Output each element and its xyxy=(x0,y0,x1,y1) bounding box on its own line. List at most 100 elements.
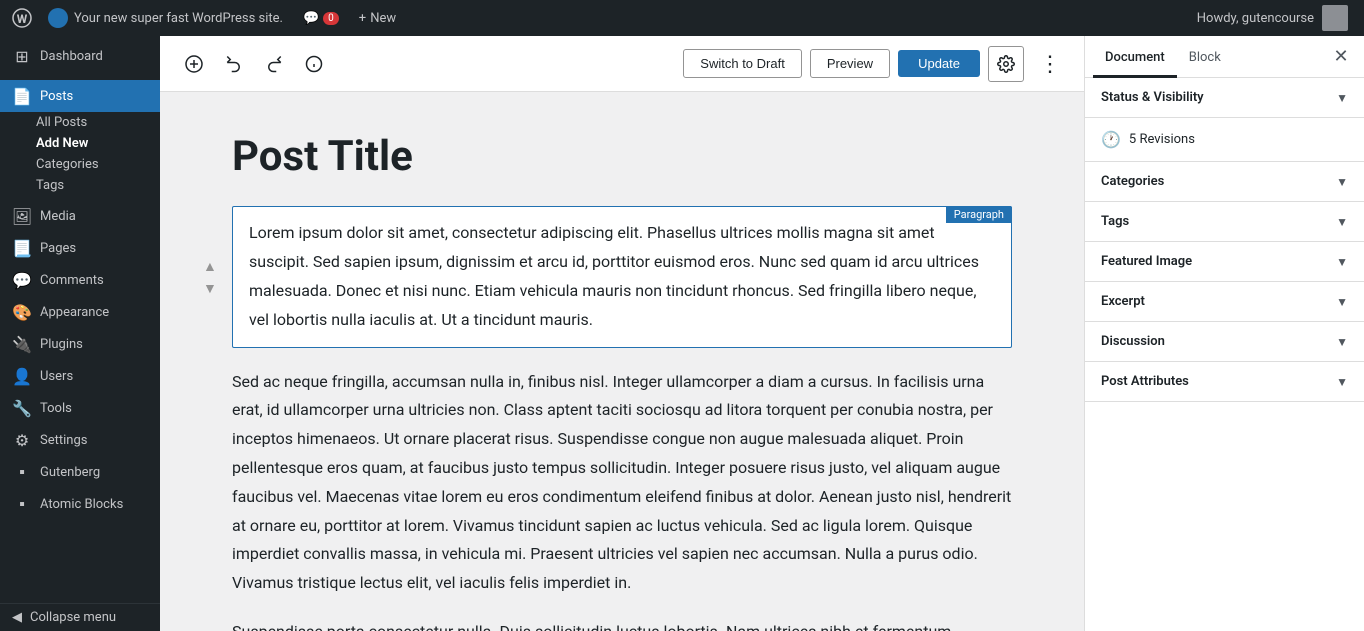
sidebar-sub-add-new[interactable]: Add New xyxy=(0,133,160,154)
revisions-label: 5 Revisions xyxy=(1129,132,1195,147)
collapse-label: Collapse menu xyxy=(30,610,116,625)
section-discussion-header[interactable]: Discussion ▼ xyxy=(1085,322,1364,361)
site-icon xyxy=(48,8,68,28)
appearance-icon: 🎨 xyxy=(12,302,32,322)
section-status-label: Status & Visibility xyxy=(1101,90,1204,105)
sidebar-sub-all-posts[interactable]: All Posts xyxy=(0,112,160,133)
panel-tabs: Document Block ✕ xyxy=(1085,36,1364,78)
sidebar-media-label: Media xyxy=(40,209,76,224)
sidebar-tools-label: Tools xyxy=(40,401,72,416)
paragraph-block-3[interactable]: Suspendisse porta consectetur nulla. Dui… xyxy=(232,618,1012,631)
more-options-button[interactable]: ⋮ xyxy=(1032,46,1068,82)
sidebar-item-plugins[interactable]: 🔌 Plugins xyxy=(0,328,160,360)
paragraph-block-2[interactable]: Sed ac neque fringilla, accumsan nulla i… xyxy=(232,368,1012,598)
sidebar-item-media[interactable]: 🖼 Media xyxy=(0,200,160,232)
redo-button[interactable] xyxy=(256,46,292,82)
editor-toolbar: Switch to Draft Preview Update ⋮ xyxy=(160,36,1084,92)
revisions-row[interactable]: 🕐 5 Revisions xyxy=(1085,118,1364,161)
section-post-attributes: Post Attributes ▼ xyxy=(1085,362,1364,402)
admin-bar-site[interactable]: Your new super fast WordPress site. xyxy=(40,8,291,28)
sidebar-item-settings[interactable]: ⚙ Settings xyxy=(0,424,160,456)
switch-to-draft-button[interactable]: Switch to Draft xyxy=(683,49,802,78)
section-tags-header[interactable]: Tags ▼ xyxy=(1085,202,1364,241)
plugins-icon: 🔌 xyxy=(12,334,32,354)
svg-text:W: W xyxy=(17,12,28,26)
sidebar-atomic-label: Atomic Blocks xyxy=(40,497,123,512)
section-status-visibility: Status & Visibility ▼ xyxy=(1085,78,1364,118)
sidebar-item-appearance[interactable]: 🎨 Appearance xyxy=(0,296,160,328)
paragraph-label: Paragraph xyxy=(946,206,1012,223)
comments-icon: 💬 xyxy=(12,270,32,290)
sidebar-item-dashboard[interactable]: ⊞ Dashboard xyxy=(0,40,160,72)
section-post-attributes-header[interactable]: Post Attributes ▼ xyxy=(1085,362,1364,401)
plus-icon: + xyxy=(359,11,366,26)
preview-button[interactable]: Preview xyxy=(810,49,890,78)
sidebar-item-users[interactable]: 👤 Users xyxy=(0,360,160,392)
sidebar-item-atomic-blocks[interactable]: ▪ Atomic Blocks xyxy=(0,488,160,520)
sidebar-item-posts[interactable]: 📄 Posts xyxy=(0,80,160,112)
toolbar-right: Switch to Draft Preview Update ⋮ xyxy=(683,46,1068,82)
section-featured-image: Featured Image ▼ xyxy=(1085,242,1364,282)
tab-document[interactable]: Document xyxy=(1093,36,1177,78)
panel-close-button[interactable]: ✕ xyxy=(1326,42,1356,72)
chevron-post-attributes-icon: ▼ xyxy=(1336,375,1348,389)
sidebar-comments-label: Comments xyxy=(40,273,104,288)
sidebar-collapse[interactable]: ◀ Collapse menu xyxy=(0,603,160,631)
gutenberg-icon: ▪ xyxy=(12,462,32,482)
collapse-icon: ◀ xyxy=(12,610,22,625)
chevron-status-icon: ▼ xyxy=(1336,91,1348,105)
new-item[interactable]: + New xyxy=(351,11,404,26)
undo-button[interactable] xyxy=(216,46,252,82)
sidebar-dashboard-group: ⊞ Dashboard xyxy=(0,36,160,76)
sidebar-sub-categories[interactable]: Categories xyxy=(0,154,160,175)
section-tags: Tags ▼ xyxy=(1085,202,1364,242)
paragraph-text-3: Suspendisse porta consectetur nulla. Dui… xyxy=(232,618,1012,631)
move-down-button[interactable]: ▼ xyxy=(201,278,219,298)
sidebar-posts-label: Posts xyxy=(40,89,73,104)
section-discussion-label: Discussion xyxy=(1101,334,1165,349)
comment-count: 0 xyxy=(323,12,339,25)
sidebar-item-comments[interactable]: 💬 Comments xyxy=(0,264,160,296)
howdy-text: Howdy, gutencourse xyxy=(1197,11,1314,26)
admin-bar: W Your new super fast WordPress site. 💬 … xyxy=(0,0,1364,36)
sidebar: ⊞ Dashboard 📄 Posts All Posts Add New Ca… xyxy=(0,36,160,631)
sidebar-sub-tags[interactable]: Tags xyxy=(0,175,160,196)
sidebar-item-pages[interactable]: 📃 Pages xyxy=(0,232,160,264)
section-categories-header[interactable]: Categories ▼ xyxy=(1085,162,1364,201)
section-discussion: Discussion ▼ xyxy=(1085,322,1364,362)
sidebar-plugins-label: Plugins xyxy=(40,337,83,352)
info-button[interactable] xyxy=(296,46,332,82)
editor-inner: Post Title Paragraph ▲ ▼ Lorem ipsum dol… xyxy=(232,132,1012,591)
sidebar-item-gutenberg[interactable]: ▪ Gutenberg xyxy=(0,456,160,488)
section-status-header[interactable]: Status & Visibility ▼ xyxy=(1085,78,1364,117)
settings-toggle-button[interactable] xyxy=(988,46,1024,82)
sidebar-gutenberg-label: Gutenberg xyxy=(40,465,100,480)
section-excerpt: Excerpt ▼ xyxy=(1085,282,1364,322)
post-title[interactable]: Post Title xyxy=(232,132,1012,182)
sidebar-item-tools[interactable]: 🔧 Tools xyxy=(0,392,160,424)
comment-badge[interactable]: 💬 0 xyxy=(295,11,347,26)
update-button[interactable]: Update xyxy=(898,50,980,77)
comment-icon: 💬 xyxy=(303,11,319,26)
editor-content: Post Title Paragraph ▲ ▼ Lorem ipsum dol… xyxy=(160,92,1084,631)
tab-block[interactable]: Block xyxy=(1177,36,1233,78)
paragraph-text-2: Sed ac neque fringilla, accumsan nulla i… xyxy=(232,368,1012,598)
chevron-featured-image-icon: ▼ xyxy=(1336,255,1348,269)
sidebar-posts-group: 📄 Posts All Posts Add New Categories Tag… xyxy=(0,76,160,200)
sidebar-users-label: Users xyxy=(40,369,73,384)
section-featured-image-header[interactable]: Featured Image ▼ xyxy=(1085,242,1364,281)
selected-paragraph-block[interactable]: Paragraph ▲ ▼ Lorem ipsum dolor sit amet… xyxy=(232,206,1012,347)
site-name: Your new super fast WordPress site. xyxy=(74,11,283,26)
media-icon: 🖼 xyxy=(12,206,32,226)
section-excerpt-header[interactable]: Excerpt ▼ xyxy=(1085,282,1364,321)
panel-content: Status & Visibility ▼ 🕐 5 Revisions Cate… xyxy=(1085,78,1364,631)
wp-logo[interactable]: W xyxy=(8,4,36,32)
add-block-button[interactable] xyxy=(176,46,212,82)
admin-bar-howdy[interactable]: Howdy, gutencourse xyxy=(1189,5,1356,31)
posts-icon: 📄 xyxy=(12,86,32,106)
dashboard-icon: ⊞ xyxy=(12,46,32,66)
block-move-controls: ▲ ▼ xyxy=(201,256,219,298)
move-up-button[interactable]: ▲ xyxy=(201,256,219,276)
section-excerpt-label: Excerpt xyxy=(1101,294,1145,309)
editor-area: Switch to Draft Preview Update ⋮ Post Ti… xyxy=(160,36,1084,631)
